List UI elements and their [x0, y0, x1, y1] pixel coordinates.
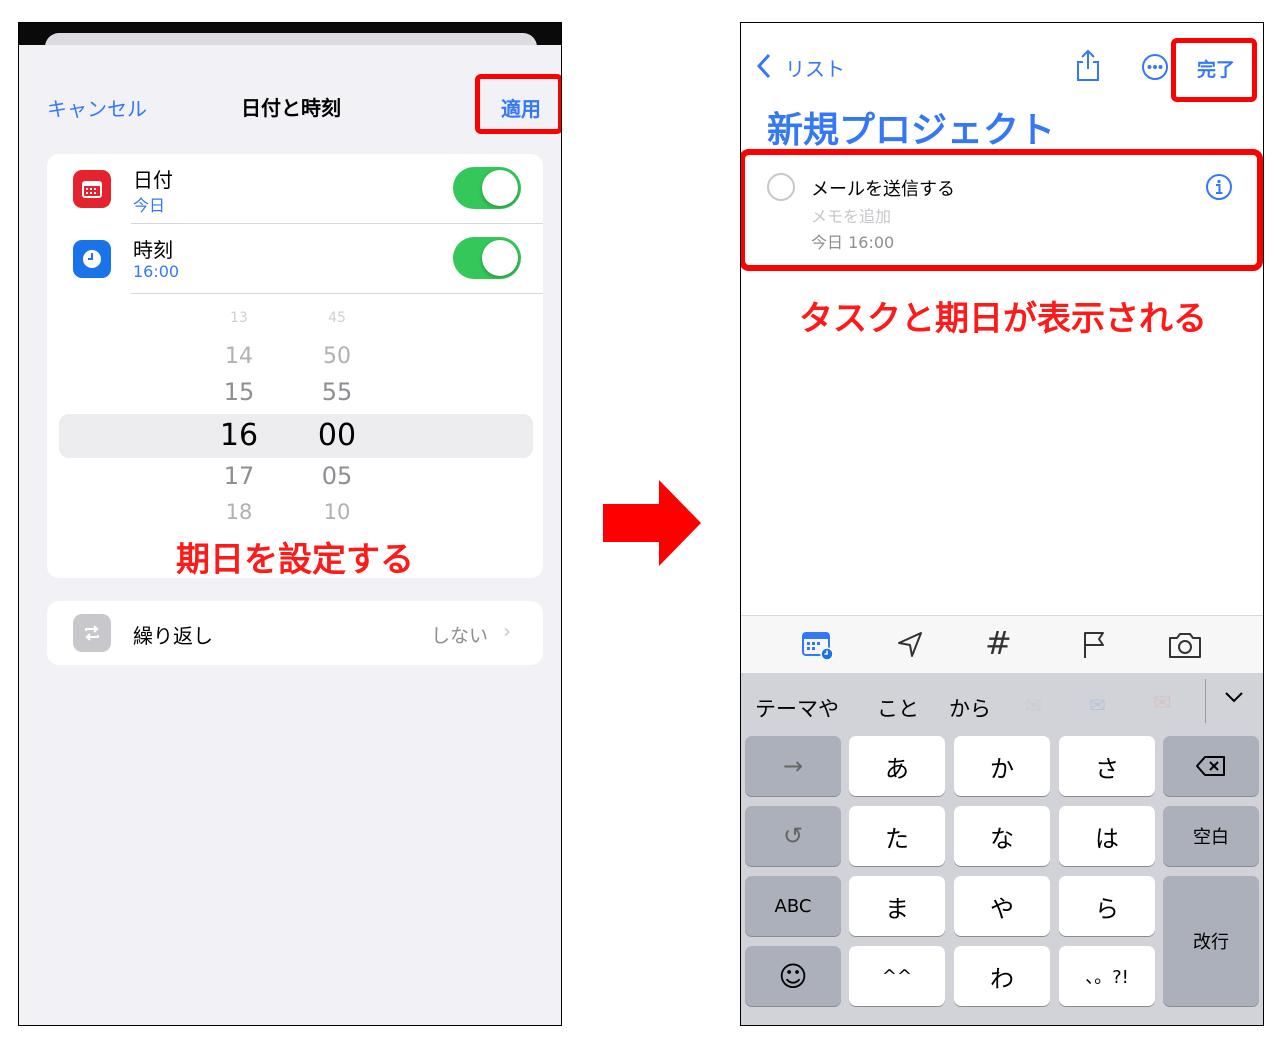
repeat-label: 繰り返し — [133, 624, 213, 648]
inbox-emoji-icon[interactable]: ✉ — [1153, 691, 1171, 716]
picker-hour[interactable]: 18 — [209, 500, 269, 524]
time-value: 16:00 — [133, 262, 180, 281]
key-ha[interactable]: は — [1059, 806, 1155, 866]
flag-icon[interactable] — [1081, 630, 1107, 664]
back-button[interactable]: リスト — [785, 53, 845, 82]
picker-minute-selected[interactable]: 00 — [307, 418, 367, 453]
time-row[interactable]: 時刻 16:00 — [47, 224, 543, 294]
arrow-key[interactable]: → — [745, 736, 841, 796]
picker-selection-band — [59, 414, 533, 458]
list-title: 新規プロジェクト — [767, 110, 1056, 151]
kaomoji-key[interactable]: ^^ — [849, 946, 945, 1006]
date-row[interactable]: 日付 今日 — [47, 154, 543, 224]
task-highlight-box — [741, 149, 1263, 271]
chevron-down-icon[interactable] — [1223, 689, 1245, 709]
japanese-keyboard: テーマや こと から ✉ ✉ ✉ → あ か さ ↺ た な は 空白 ABC … — [741, 673, 1263, 1025]
key-ka[interactable]: か — [954, 736, 1050, 796]
emoji-key[interactable]: ☺ — [745, 946, 841, 1006]
clock-icon — [73, 240, 111, 278]
punctuation-key[interactable]: 、。?! — [1059, 946, 1155, 1006]
picker-minute[interactable]: 10 — [307, 500, 367, 524]
picker-hour[interactable]: 17 — [209, 462, 269, 490]
chevron-left-icon[interactable] — [755, 53, 773, 83]
repeat-row[interactable]: 繰り返し しない › — [47, 601, 543, 665]
key-ta[interactable]: た — [849, 806, 945, 866]
repeat-icon — [73, 614, 111, 652]
annotation-task-shown: タスクと期日が表示される — [799, 299, 1207, 339]
key-ma[interactable]: ま — [849, 876, 945, 936]
left-phone-screen: キャンセル 日付と時刻 適用 日付 今日 時刻 16:00 13 14 15 1… — [18, 22, 562, 1026]
suggestion-divider — [1205, 679, 1206, 723]
more-icon[interactable] — [1141, 53, 1169, 85]
time-toggle[interactable] — [453, 237, 521, 279]
undo-key[interactable]: ↺ — [745, 806, 841, 866]
calendar-icon — [73, 170, 111, 208]
envelope-emoji-icon[interactable]: ✉ — [1025, 693, 1042, 717]
share-icon[interactable] — [1075, 49, 1101, 87]
return-key[interactable]: 改行 — [1163, 876, 1259, 1006]
backspace-icon — [1196, 756, 1225, 776]
key-sa[interactable]: さ — [1059, 736, 1155, 796]
picker-hour[interactable]: 14 — [209, 344, 269, 369]
chevron-right-icon: › — [503, 619, 511, 643]
right-phone-screen: リスト 完了 新規プロジェクト メールを送信する メモを追加 今日 16:00 … — [740, 22, 1264, 1026]
key-wa[interactable]: わ — [954, 946, 1050, 1006]
date-value: 今日 — [133, 196, 166, 215]
picker-minute[interactable]: 05 — [307, 462, 367, 490]
repeat-value: しない — [431, 625, 489, 647]
time-label: 時刻 — [133, 238, 173, 262]
annotation-set-due-date: 期日を設定する — [176, 540, 414, 580]
tag-icon[interactable]: # — [985, 624, 1012, 662]
time-picker[interactable]: 13 14 15 16 17 18 45 50 55 00 05 10 — [47, 294, 543, 544]
date-time-card: 日付 今日 時刻 16:00 13 14 15 16 17 18 45 50 5… — [47, 154, 543, 580]
key-na[interactable]: な — [954, 806, 1050, 866]
picker-minute[interactable]: 55 — [307, 378, 367, 406]
suggestion-3[interactable]: から — [949, 693, 991, 723]
location-icon[interactable] — [895, 630, 925, 664]
suggestion-1[interactable]: テーマや — [755, 693, 839, 723]
picker-hour[interactable]: 13 — [209, 310, 269, 326]
space-key[interactable]: 空白 — [1163, 806, 1259, 866]
picker-hour-selected[interactable]: 16 — [209, 418, 269, 453]
date-toggle[interactable] — [453, 167, 521, 209]
quick-toolbar: # — [741, 615, 1263, 674]
key-ra[interactable]: ら — [1059, 876, 1155, 936]
calendar-icon[interactable] — [801, 629, 835, 665]
arrow-right-icon — [603, 480, 701, 566]
picker-minute[interactable]: 45 — [307, 310, 367, 326]
suggestion-2[interactable]: こと — [877, 693, 919, 723]
date-label: 日付 — [133, 168, 173, 192]
key-a[interactable]: あ — [849, 736, 945, 796]
camera-icon[interactable] — [1167, 630, 1203, 664]
envelope-emoji-icon[interactable]: ✉ — [1089, 693, 1106, 717]
done-highlight-box — [1171, 38, 1257, 102]
backspace-key[interactable] — [1163, 736, 1259, 796]
key-ya[interactable]: や — [954, 876, 1050, 936]
picker-hour[interactable]: 15 — [209, 378, 269, 406]
picker-minute[interactable]: 50 — [307, 344, 367, 369]
date-time-sheet: キャンセル 日付と時刻 適用 日付 今日 時刻 16:00 13 14 15 1… — [19, 45, 561, 1025]
apply-highlight-box — [475, 74, 561, 134]
abc-key[interactable]: ABC — [745, 876, 841, 936]
